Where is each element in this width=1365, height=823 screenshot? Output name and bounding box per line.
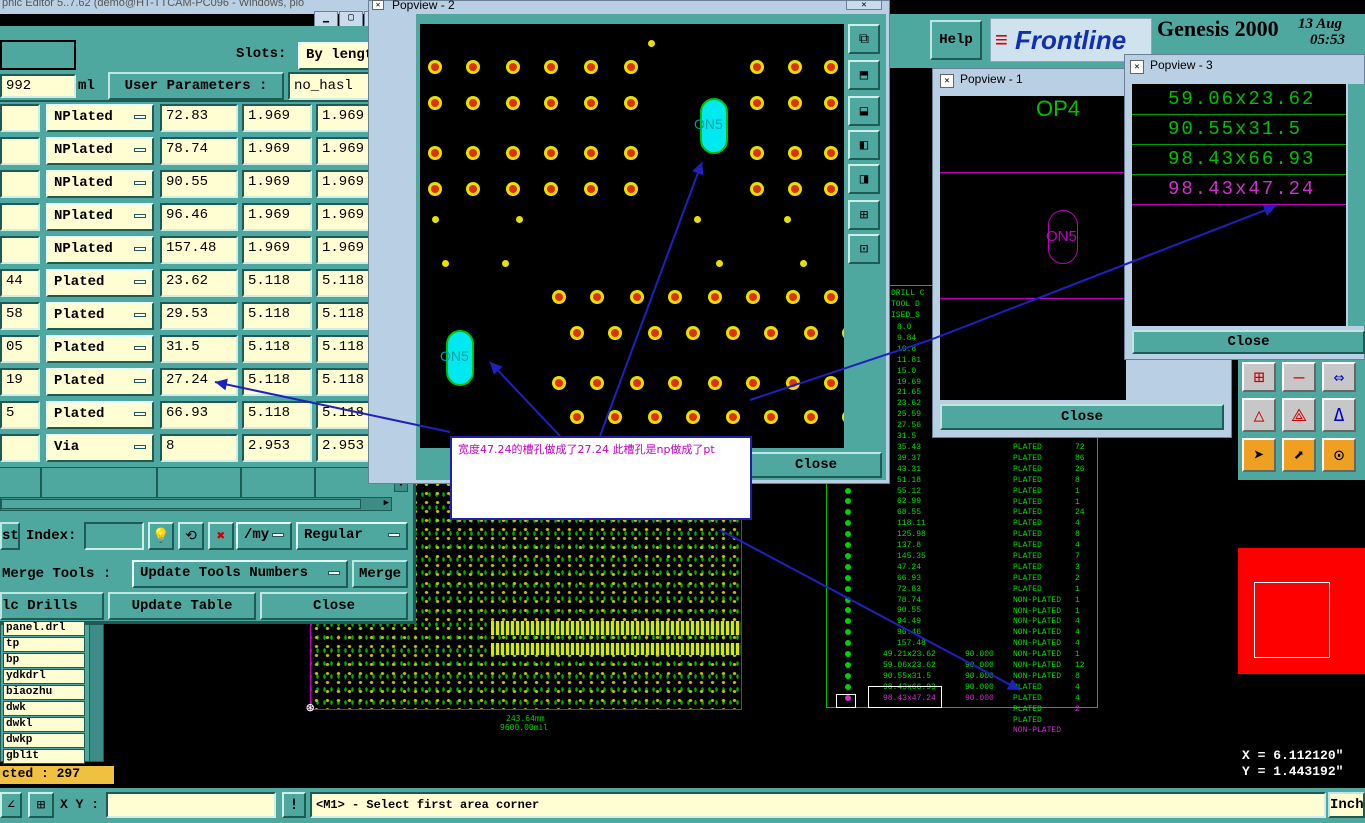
arrow-to-popview3 — [929, 204, 1277, 341]
arrow-to-slot-left — [489, 361, 561, 437]
arrow-to-table-27-24 — [214, 378, 451, 433]
arrow-to-slot-top — [599, 161, 704, 437]
arrow-to-popview1 — [749, 339, 931, 401]
annotation-arrows — [214, 161, 1277, 691]
arrow-to-drill-table — [719, 529, 1021, 691]
